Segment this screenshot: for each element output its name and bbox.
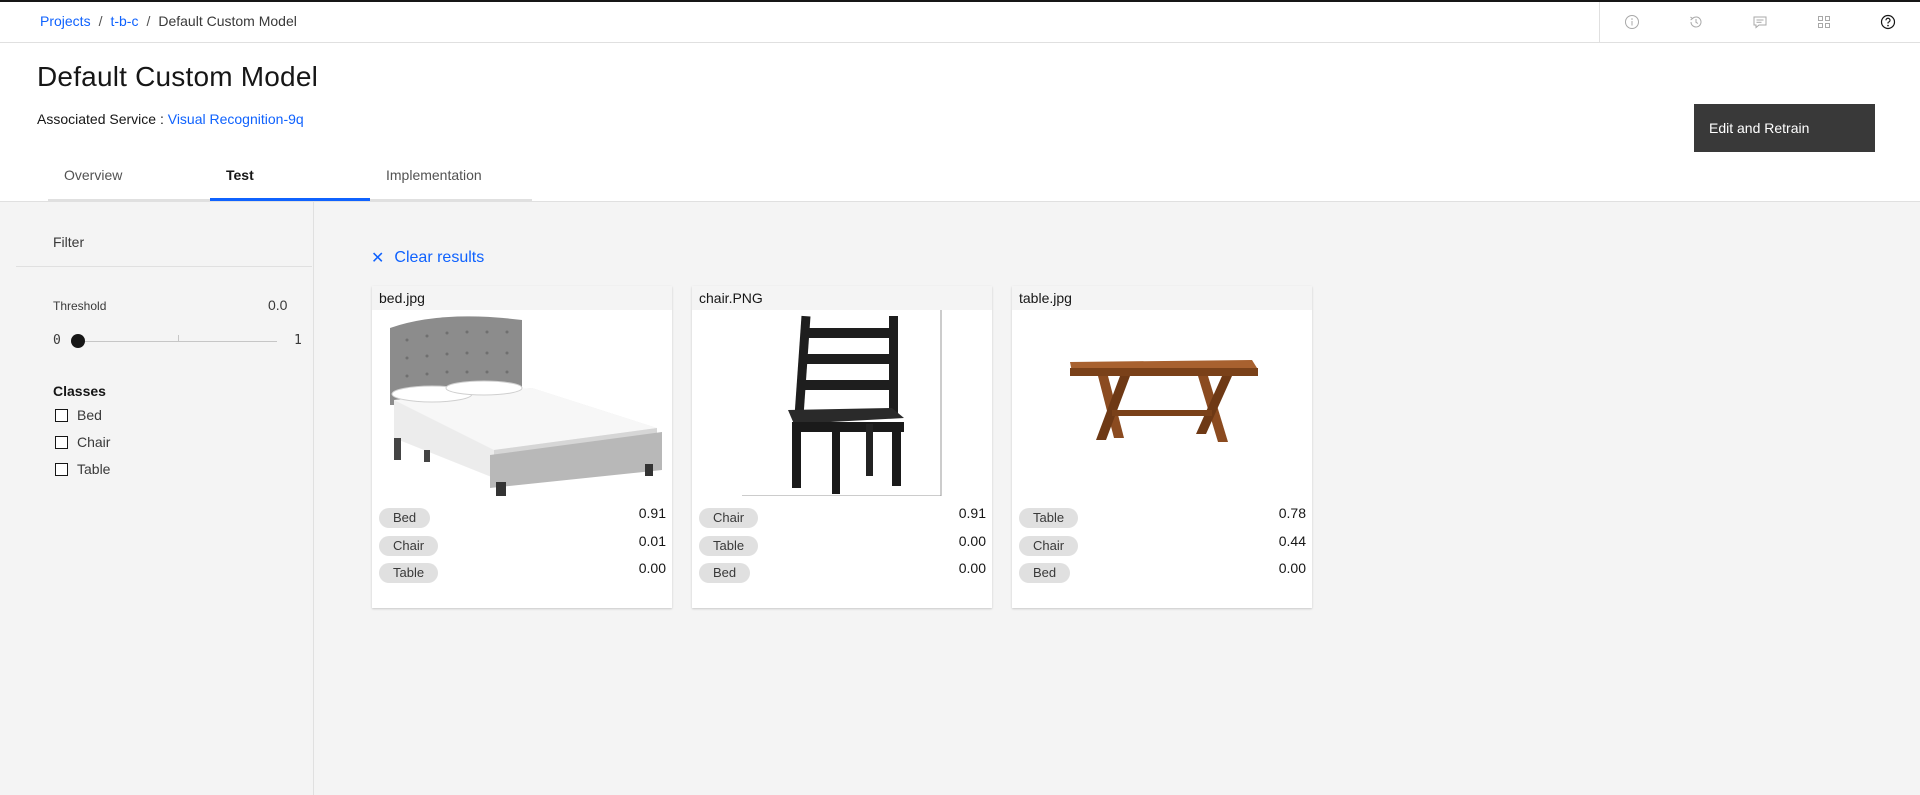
- filter-title: Filter: [53, 234, 85, 250]
- checkbox[interactable]: [55, 408, 68, 422]
- slider-midpoint-tick: [178, 335, 179, 341]
- threshold-slider-track[interactable]: [73, 341, 277, 342]
- tab-test[interactable]: Test: [210, 155, 370, 201]
- breadcrumb-project[interactable]: t-b-c: [110, 13, 138, 29]
- prediction-row: Bed 0.00: [1012, 560, 1312, 585]
- divider: [16, 266, 312, 267]
- prediction-row: Table 0.00: [692, 533, 992, 558]
- chair-image: [692, 310, 992, 496]
- class-label: Chair: [77, 434, 111, 450]
- tab-list: Overview Test Implementation: [48, 155, 532, 201]
- breadcrumb-projects[interactable]: Projects: [40, 13, 91, 29]
- class-checkbox-bed[interactable]: Bed: [55, 407, 102, 423]
- close-icon: ✕: [371, 250, 385, 267]
- prediction-score: 0.00: [958, 560, 986, 576]
- class-tag: Chair: [699, 508, 759, 528]
- result-card-chair[interactable]: chair.PNG Chair 0.91 Table 0.00 Bed 0.00: [692, 286, 992, 608]
- header-actions: [1599, 2, 1920, 42]
- class-tag: Chair: [1019, 536, 1079, 556]
- breadcrumb: Projects / t-b-c / Default Custom Model: [40, 13, 297, 29]
- checkbox[interactable]: [55, 462, 68, 476]
- class-tag: Table: [699, 536, 759, 556]
- class-tag: Chair: [379, 536, 439, 556]
- card-filename: chair.PNG: [692, 286, 992, 311]
- classes-title: Classes: [53, 383, 106, 399]
- tab-implementation[interactable]: Implementation: [370, 155, 532, 201]
- threshold-slider-thumb[interactable]: [71, 334, 85, 348]
- class-label: Bed: [77, 407, 102, 423]
- class-tag: Table: [1019, 508, 1079, 528]
- class-tag: Bed: [1019, 563, 1071, 583]
- prediction-score: 0.91: [958, 505, 986, 521]
- threshold-label: Threshold: [53, 299, 107, 313]
- class-tag: Bed: [699, 563, 751, 583]
- card-filename: bed.jpg: [372, 286, 672, 311]
- prediction-row: Chair 0.01: [372, 533, 672, 558]
- edit-and-retrain-button[interactable]: Edit and Retrain: [1694, 104, 1875, 152]
- prediction-row: Table 0.00: [372, 560, 672, 585]
- top-header: Projects / t-b-c / Default Custom Model: [0, 2, 1920, 43]
- breadcrumb-separator: /: [98, 13, 103, 29]
- chat-icon[interactable]: [1728, 2, 1792, 42]
- prediction-row: Bed 0.00: [692, 560, 992, 585]
- slider-max-label: 1: [294, 333, 302, 348]
- checkbox[interactable]: [55, 435, 68, 449]
- class-checkbox-table[interactable]: Table: [55, 461, 110, 477]
- prediction-row: Bed 0.91: [372, 505, 672, 530]
- page-title: Default Custom Model: [37, 61, 319, 92]
- class-checkbox-chair[interactable]: Chair: [55, 434, 110, 450]
- prediction-score: 0.01: [638, 533, 666, 549]
- result-card-table[interactable]: table.jpg Table 0.78 Chair 0.44 Bed 0.00: [1012, 286, 1312, 608]
- bed-image: [372, 310, 672, 496]
- tab-overview[interactable]: Overview: [48, 155, 210, 201]
- filter-sidebar: Filter Threshold 0.0 0 1 Classes Bed Cha…: [0, 202, 314, 795]
- prediction-score: 0.00: [638, 560, 666, 576]
- prediction-row: Table 0.78: [1012, 505, 1312, 530]
- breadcrumb-current: Default Custom Model: [158, 13, 297, 29]
- breadcrumb-separator: /: [146, 13, 151, 29]
- page-header: Default Custom Model Associated Service …: [0, 43, 1920, 202]
- table-image: [1012, 310, 1312, 496]
- prediction-score: 0.00: [1278, 560, 1306, 576]
- prediction-row: Chair 0.91: [692, 505, 992, 530]
- clear-results-link[interactable]: ✕ Clear results: [371, 248, 484, 268]
- result-card-bed[interactable]: bed.jpg Bed 0.91 Chair 0.01 Table 0.00: [372, 286, 672, 608]
- apps-icon[interactable]: [1792, 2, 1856, 42]
- prediction-score: 0.44: [1278, 533, 1306, 549]
- clear-results-label: Clear results: [394, 249, 485, 266]
- prediction-score: 0.00: [958, 533, 986, 549]
- threshold-value: 0.0: [268, 297, 288, 313]
- card-filename: table.jpg: [1012, 286, 1312, 311]
- prediction-score: 0.91: [638, 505, 666, 521]
- class-label: Table: [77, 461, 111, 477]
- class-tag: Table: [379, 563, 439, 583]
- associated-service: Associated Service : Visual Recognition-…: [37, 111, 304, 127]
- info-icon[interactable]: [1600, 2, 1664, 42]
- associated-service-label: Associated Service :: [37, 111, 164, 127]
- prediction-row: Chair 0.44: [1012, 533, 1312, 558]
- service-link[interactable]: Visual Recognition-9q: [168, 111, 304, 127]
- prediction-score: 0.78: [1278, 505, 1306, 521]
- history-icon[interactable]: [1664, 2, 1728, 42]
- class-tag: Bed: [379, 508, 431, 528]
- help-icon[interactable]: [1856, 2, 1920, 42]
- slider-min-label: 0: [53, 333, 61, 348]
